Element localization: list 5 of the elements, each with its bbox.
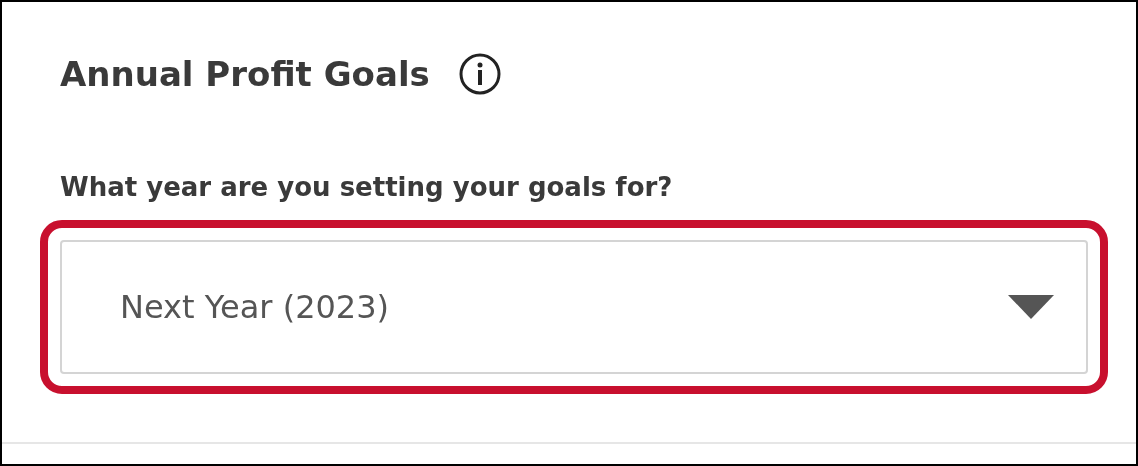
info-icon[interactable]	[457, 52, 502, 96]
question-label: What year are you setting your goals for?	[60, 172, 674, 202]
caret-icon	[1008, 295, 1054, 319]
year-dropdown[interactable]: Next Year (2023)	[60, 240, 1088, 374]
card-title: Annual Profit Goals	[60, 54, 430, 94]
